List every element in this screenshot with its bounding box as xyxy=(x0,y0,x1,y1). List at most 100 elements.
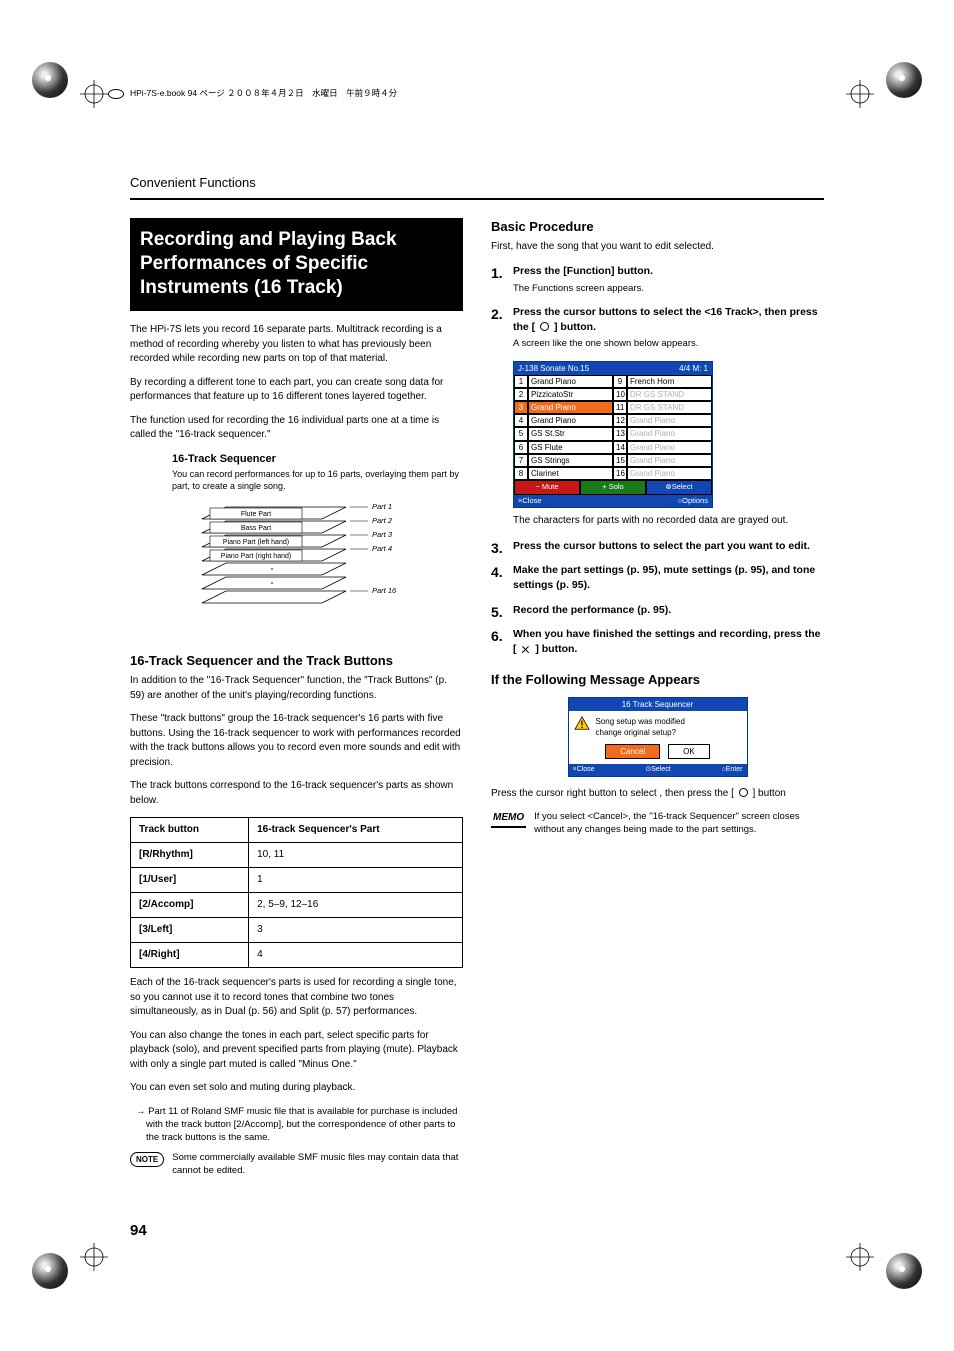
note-text: Some commercially available SMF music fi… xyxy=(172,1151,463,1178)
subheading-track-buttons: 16-Track Sequencer and the Track Buttons xyxy=(130,652,463,670)
seq-num: 1 xyxy=(514,375,528,388)
step-item: When you have finished the settings and … xyxy=(491,627,824,656)
seq-num: 6 xyxy=(514,441,528,454)
svg-text:Part 4: Part 4 xyxy=(372,544,392,553)
seq-part: GS St.Str xyxy=(528,427,613,440)
page-number: 94 xyxy=(130,1220,147,1241)
step-title: Press the [Function] button. xyxy=(513,264,824,279)
seq-part: Grand Piano xyxy=(627,427,712,440)
memo-row: MEMO If you select <Cancel>, the "16-tra… xyxy=(491,810,824,837)
seq-num: 3 xyxy=(514,401,528,414)
seq-foot2-item: ○Options xyxy=(678,496,708,507)
dlg-body-text: Song setup was modified change original … xyxy=(596,716,685,738)
step-title: Press the cursor buttons to select the p… xyxy=(513,539,824,554)
para-6: The track buttons correspond to the 16-t… xyxy=(130,779,463,808)
dlg-cancel: Cancel xyxy=(605,744,660,759)
seq-part: Grand Piano xyxy=(627,467,712,480)
dialog-screenshot: 16 Track Sequencer Song setup was modifi… xyxy=(568,697,748,777)
seq-part: GS Strings xyxy=(528,454,613,467)
seq-part: French Horn xyxy=(627,375,712,388)
steps-list: Press the [Function] button.The Function… xyxy=(491,264,824,657)
note-row: NOTE Some commercially available SMF mus… xyxy=(130,1151,463,1178)
para-5: These "track buttons" group the 16-track… xyxy=(130,712,463,770)
th-track-button: Track button xyxy=(131,818,249,843)
memo-text: If you select <Cancel>, the "16-track Se… xyxy=(534,810,824,837)
table-cell: 2, 5–9, 12–16 xyxy=(249,893,463,918)
seq-part: Grand Piano xyxy=(627,414,712,427)
note-badge: NOTE xyxy=(130,1152,164,1167)
seq-part: Clarinet xyxy=(528,467,613,480)
memo-badge: MEMO xyxy=(491,811,526,828)
svg-text:Part 2: Part 2 xyxy=(372,516,393,525)
crop-corner-br xyxy=(886,1253,922,1289)
para-9: You can even set solo and muting during … xyxy=(130,1081,463,1096)
step-title: Press the cursor buttons to select the <… xyxy=(513,305,824,334)
th-seq-part: 16-track Sequencer's Part xyxy=(249,818,463,843)
step-sub: A screen like the one shown below appear… xyxy=(513,337,824,350)
step-title: When you have finished the settings and … xyxy=(513,627,824,656)
crop-mark-tl xyxy=(80,80,108,108)
seq-num: 16 xyxy=(613,467,627,480)
header-text: HPi-7S-e.book 94 ページ ２００８年４月２日 水曜日 午前９時４… xyxy=(130,88,397,100)
crop-mark-br xyxy=(846,1243,874,1271)
table-cell: 1 xyxy=(249,868,463,893)
seq-foot-btn: + Solo xyxy=(580,480,646,495)
circle-icon xyxy=(739,788,748,797)
table-cell: 4 xyxy=(249,943,463,968)
para-8: You can also change the tones in each pa… xyxy=(130,1029,463,1073)
para-4: In addition to the "16-Track Sequencer" … xyxy=(130,674,463,703)
table-row: [4/Right]4 xyxy=(131,943,463,968)
sequencer-screenshot: J-138 Sonate No.15 4/4 M: 1 1 Grand Piano 9F… xyxy=(513,361,824,509)
table-row: [1/User]1 xyxy=(131,868,463,893)
crop-corner-tl xyxy=(32,62,68,98)
step-item: Press the [Function] button.The Function… xyxy=(491,264,824,295)
seq-num: 8 xyxy=(514,467,528,480)
step-item: Press the cursor buttons to select the p… xyxy=(491,539,824,554)
step-title: Make the part settings (p. 95), mute set… xyxy=(513,563,824,592)
seq-part: DR GS STAND xyxy=(627,388,712,401)
para-3: The function used for recording the 16 i… xyxy=(130,414,463,443)
seq-foot-btn: ⊗Select xyxy=(646,480,712,495)
dlg-foot-enter: ○Enter xyxy=(722,765,743,775)
seq-part: Grand Piano xyxy=(528,414,613,427)
table-cell: 3 xyxy=(249,918,463,943)
step-item: Press the cursor buttons to select the <… xyxy=(491,305,824,351)
crop-corner-tr xyxy=(886,62,922,98)
arrow-note: Part 11 of Roland SMF music file that is… xyxy=(146,1105,463,1145)
seq-num: 4 xyxy=(514,414,528,427)
seq-num: 10 xyxy=(613,388,627,401)
table-cell: 10, 11 xyxy=(249,843,463,868)
seq-title-right: 4/4 M: 1 xyxy=(679,363,708,374)
seq-num: 12 xyxy=(613,414,627,427)
seq-title-left: J-138 Sonate No.15 xyxy=(518,363,589,374)
svg-text:Part 1: Part 1 xyxy=(372,502,392,511)
basic-intro: First, have the song that you want to ed… xyxy=(491,240,824,255)
table-cell: [R/Rhythm] xyxy=(131,843,249,868)
svg-text:Flute Part: Flute Part xyxy=(241,511,271,518)
dlg-ok: OK xyxy=(668,744,710,759)
right-column: Basic Procedure First, have the song tha… xyxy=(491,218,824,1177)
seq-foot-btn: − Mute xyxy=(514,480,580,495)
svg-text:Part 3: Part 3 xyxy=(372,530,393,539)
para-1: The HPi-7S lets you record 16 separate p… xyxy=(130,323,463,367)
table-row: [R/Rhythm]10, 11 xyxy=(131,843,463,868)
screenshot-caption: The characters for parts with no recorde… xyxy=(513,514,824,529)
section-label: Convenient Functions xyxy=(130,174,824,192)
seq-num: 2 xyxy=(514,388,528,401)
after-dialog: Press the cursor right button to select … xyxy=(491,787,824,802)
seq-num: 14 xyxy=(613,441,627,454)
seq-part: Grand Piano xyxy=(627,441,712,454)
left-column: Recording and Playing Back Performances … xyxy=(130,218,463,1177)
seq-num: 5 xyxy=(514,427,528,440)
seq-num: 9 xyxy=(613,375,627,388)
seq-foot2-item: ×Close xyxy=(518,496,542,507)
table-cell: [3/Left] xyxy=(131,918,249,943)
seq-part: PizzicatoStr xyxy=(528,388,613,401)
circle-icon xyxy=(540,322,549,331)
heading-if-message: If the Following Message Appears xyxy=(491,671,824,689)
dlg-foot-select: ⊙Select xyxy=(645,765,670,775)
seq-part: Grand Piano xyxy=(627,454,712,467)
track-mapping-table: Track button 16-track Sequencer's Part [… xyxy=(130,817,463,968)
table-row: [2/Accomp]2, 5–9, 12–16 xyxy=(131,893,463,918)
heading-basic-procedure: Basic Procedure xyxy=(491,218,824,236)
